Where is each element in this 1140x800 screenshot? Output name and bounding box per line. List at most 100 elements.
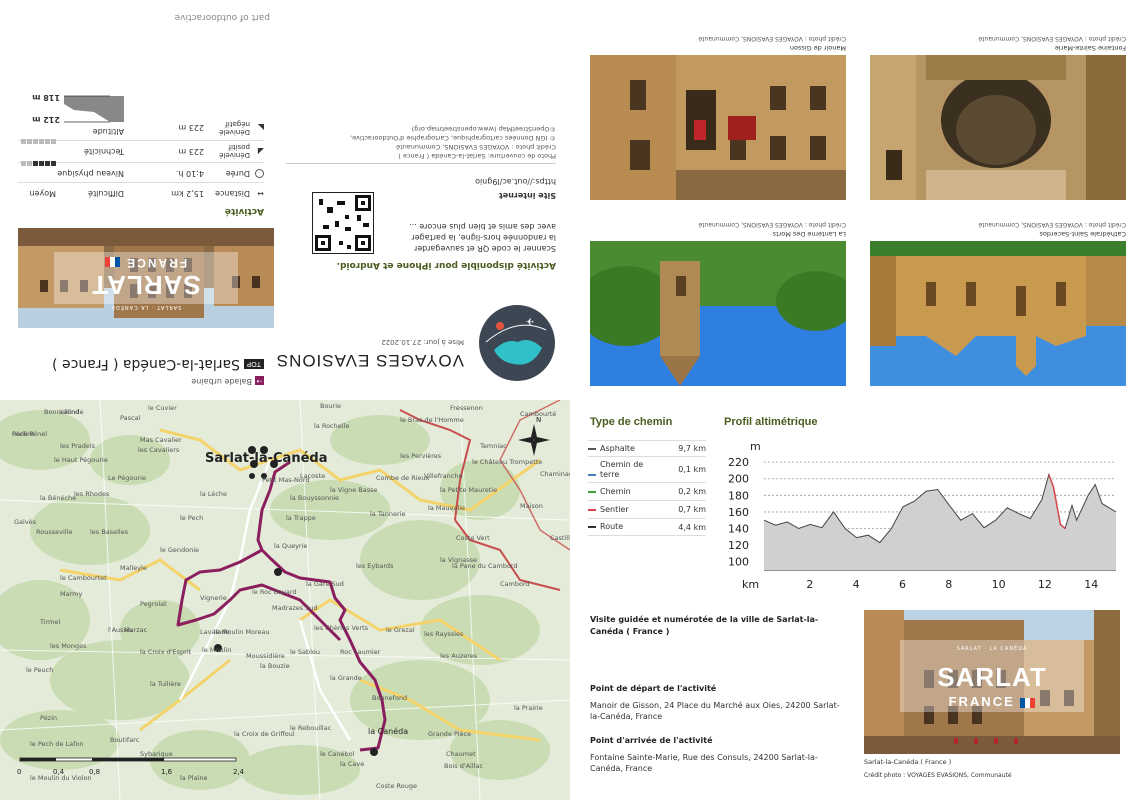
- activity-heading: Activité: [224, 206, 264, 216]
- credit-line-1: Photo de couverture: Sarlat-la-Canéda ( …: [398, 152, 556, 160]
- map-place-label: la Prairie: [514, 704, 543, 712]
- map-place-label: les Rhodes: [74, 490, 110, 498]
- photo-cathedrale-credit: Crédit photo : VOYAGES EVASIONS, Communa…: [978, 221, 1126, 228]
- map-place-label: la Bouyssonnie: [290, 494, 339, 502]
- thumb-city: SARLAT: [937, 662, 1047, 692]
- map-place-label: le Grezal: [386, 626, 415, 634]
- scale-label: 0,4: [53, 768, 65, 776]
- map-place-label: Roc Laumier: [340, 648, 381, 656]
- y-tick-label: 140: [728, 523, 749, 536]
- photo-fontaine: [870, 55, 1126, 200]
- map-place-label: la Tannerie: [370, 510, 405, 518]
- map-place-label: Castillou: [550, 534, 570, 542]
- map-place-label: le Bras de l'Homme: [400, 416, 464, 424]
- map-place-label: Bois d'Aillac: [444, 762, 483, 770]
- photo-fontaine-credit: Crédit photo : VOYAGES EVASIONS, Communa…: [978, 35, 1126, 42]
- map-place-label: Le Pégourie: [108, 474, 146, 482]
- map-place-label: Bonnefond: [372, 694, 407, 702]
- photo-cathedrale-art: [870, 241, 1126, 386]
- chart-y-tick-labels: 100 120 140 160 180 200 220: [728, 456, 749, 569]
- chart-x-tick-labels: 2 4 6 8 10 12 14: [806, 578, 1098, 591]
- photo-lanterne-caption: La Lanterne Des Morts: [772, 230, 846, 238]
- thumb-small-text: SARLAT · LA CANÉDA: [956, 646, 1028, 652]
- photo-lanterne-credit: Crédit photo : VOYAGES EVASIONS, Communa…: [698, 221, 846, 228]
- stat-altitude-label: Altitude: [92, 127, 124, 136]
- map-place-label: la Croix d'Esprit: [140, 648, 192, 656]
- category-row: ⇢Balade urbaine: [191, 376, 264, 386]
- map-place-label: Villefranche: [424, 472, 462, 480]
- ascent-icon: ◢: [257, 147, 264, 156]
- route-type-sentier: Sentier 0,7 km: [588, 500, 706, 518]
- qr-code[interactable]: [312, 192, 374, 254]
- stat-physical-label: Niveau physique: [57, 169, 124, 178]
- x-tick-label: 4: [853, 578, 860, 591]
- map-place-label: le Peuch: [26, 666, 53, 674]
- asphalte-label: Asphalte: [600, 443, 635, 453]
- cover-country: FRANCE: [125, 256, 188, 270]
- map-place-label: Combe de Rieux: [376, 474, 430, 482]
- map-place-label: le Cambourtet: [60, 574, 107, 582]
- map-place-label: la Croix de Griffoul: [234, 730, 295, 738]
- x-tick-label: 2: [806, 578, 813, 591]
- asphalte-value: 9,7 km: [678, 444, 706, 453]
- chart-x-axis-label: km: [742, 578, 759, 591]
- svg-text:✈: ✈: [526, 315, 534, 326]
- photo-manoir-caption: Manoir de Gisson: [789, 44, 846, 52]
- map-place-label: les Chènes Verts: [314, 624, 369, 632]
- photos-rotated: Cathédrale Saint-Sacerdos Crédit photo :…: [570, 0, 1140, 400]
- stats-row-3: ◢ Dénivelé positif 223 m Technicité: [18, 139, 264, 162]
- qr-code-art: [315, 195, 371, 251]
- app-heading: Activité disponible pour iPhone et Andro…: [336, 260, 556, 270]
- activity-stats: ↔ Distance 15,2 km Difficulté Moyen Duré…: [18, 82, 264, 202]
- map-place-label: la Bouzie: [260, 662, 290, 670]
- scale-label: 0,8: [89, 768, 100, 776]
- photo-manoir-credit: Crédit photo : VOYAGES EVASIONS, Communa…: [698, 35, 846, 42]
- update-date: Mise à jour: 27.10.2022: [381, 338, 464, 346]
- stat-ascent-label: Dénivelé positif: [219, 143, 250, 159]
- map-place-label: Mas Cavalier: [140, 436, 182, 444]
- map-place-label: les Pervières: [400, 452, 442, 460]
- asphalte-swatch: [588, 447, 596, 450]
- map-place-label: la Tuilière: [150, 680, 181, 688]
- thumb-credit: Crédit photo : VOYAGES EVASIONS, Communa…: [864, 772, 1012, 779]
- route-types-heading: Type de chemin: [590, 416, 673, 428]
- map-place-label: l'Aussis: [108, 626, 133, 634]
- credit-line-3: © IGN Données cartographique, Cartograph…: [350, 134, 556, 142]
- site-url[interactable]: https://out.ac/l9gnio: [475, 177, 556, 186]
- map-place-label: la Trappe: [286, 514, 316, 522]
- scale-label: 1,6: [161, 768, 173, 776]
- x-tick-label: 6: [899, 578, 906, 591]
- map-place-label: Madrazes Sud: [272, 604, 318, 612]
- stat-ascent-value: 223 m: [178, 147, 204, 156]
- altitude-mini-profile: [64, 95, 124, 123]
- cover-photo: SARLAT FRANCE SARLAT · LA CANÉDA: [18, 228, 274, 328]
- map-place-label: Vignerie: [200, 594, 227, 602]
- photo-manoir: [590, 55, 846, 200]
- route-map[interactable]: N Pech Pénel Pascal le Cuvier Bonnefond Mas …: [0, 400, 570, 800]
- x-tick-label: 14: [1084, 578, 1098, 591]
- map-place-label: la Lèche: [200, 490, 227, 498]
- map-place-label: Pézin: [40, 714, 57, 722]
- route-type-route: Route 4,4 km: [588, 518, 706, 536]
- sentier-label: Sentier: [600, 504, 629, 514]
- map-place-label: la Queyrie: [274, 542, 307, 550]
- stat-technique-label: Technicité: [84, 147, 124, 156]
- map-place-label: la Rochelle: [314, 422, 349, 430]
- chemin-value: 0,2 km: [678, 487, 706, 496]
- y-tick-label: 100: [728, 556, 749, 569]
- map-scale-bar: [19, 757, 237, 762]
- chemin-swatch: [588, 490, 596, 493]
- page-title: Sarlat-la-Canéda ( France ): [52, 356, 240, 372]
- map-place-label: Boutifarc: [110, 736, 140, 744]
- photo-manoir-art: [590, 55, 846, 200]
- map-place-label: la Cave: [340, 760, 364, 768]
- map-place-label: le Moulin Moreau: [214, 628, 270, 636]
- app-text: Scanner le code QR et sauvegarder la ran…: [409, 222, 556, 253]
- map-place-label: la Petite Mauretie: [440, 486, 497, 494]
- map-place-label: Tirmel: [39, 618, 60, 626]
- cover-small-text: SARLAT · LA CANÉDA: [110, 304, 182, 310]
- photo-fontaine-caption: Fontaine Sainte-Marie: [1054, 44, 1126, 52]
- cover-country-row: FRANCE: [18, 256, 274, 270]
- altitude-max: 212 m: [32, 115, 60, 124]
- map-place-label: les Monges: [50, 642, 87, 650]
